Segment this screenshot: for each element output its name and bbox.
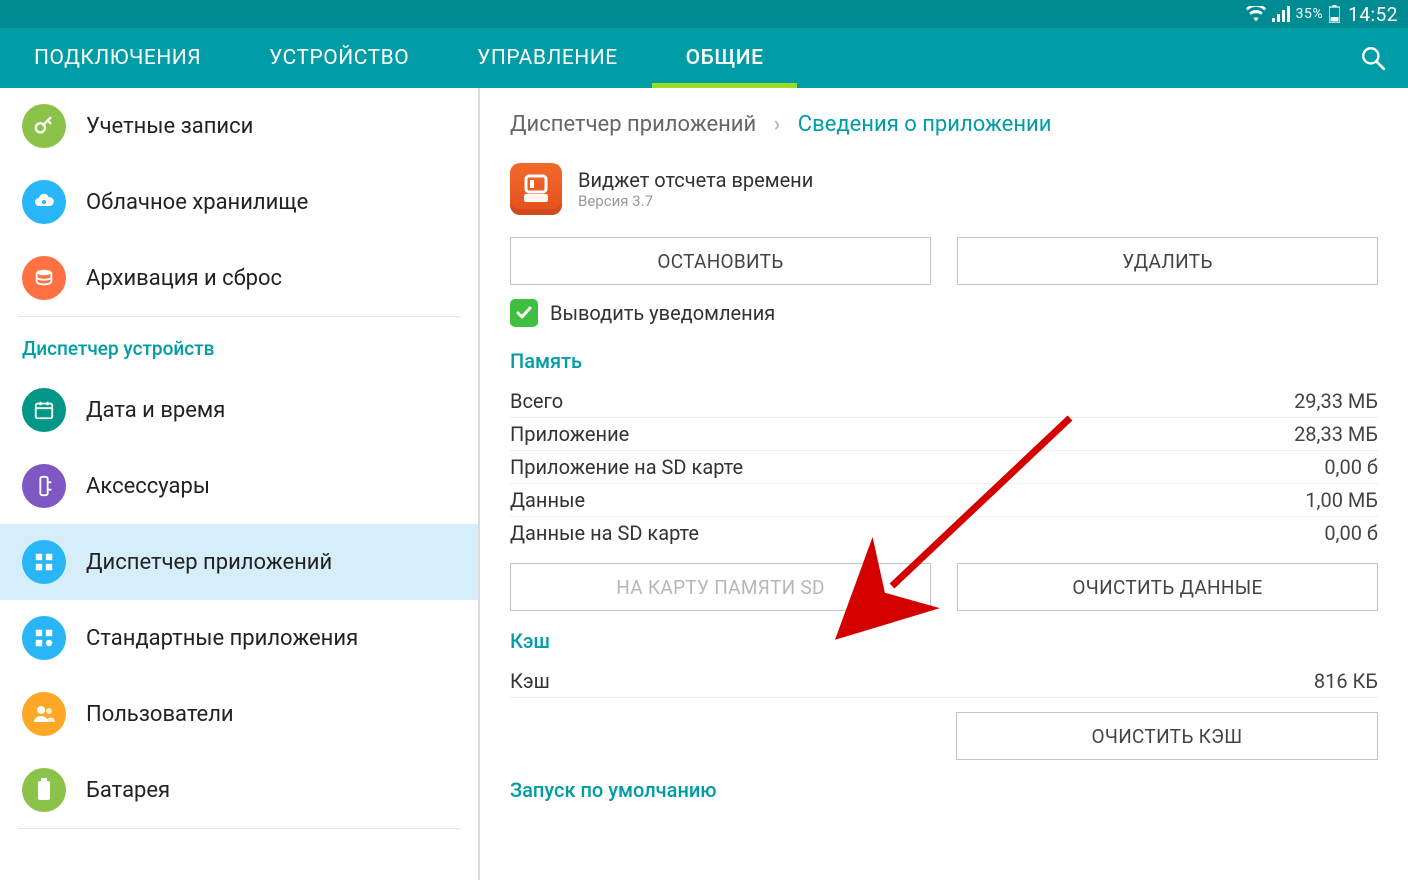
sidebar-item-users[interactable]: Пользователи	[0, 676, 478, 752]
sidebar-item-label: Учетные записи	[86, 114, 253, 139]
stop-button[interactable]: ОСТАНОВИТЬ	[510, 237, 931, 285]
battery-large-icon	[22, 768, 66, 812]
battery-icon	[1329, 5, 1340, 23]
clear-data-button[interactable]: ОЧИСТИТЬ ДАННЫЕ	[957, 563, 1378, 611]
accessory-icon	[22, 464, 66, 508]
sidebar-item-date[interactable]: Дата и время	[0, 372, 478, 448]
search-button[interactable]	[1338, 28, 1408, 88]
sidebar-item-backup[interactable]: Архивация и сброс	[0, 240, 478, 316]
breadcrumb-parent[interactable]: Диспетчер приложений	[510, 112, 756, 137]
app-version: Версия 3.7	[578, 192, 813, 210]
sidebar-item-label: Облачное хранилище	[86, 190, 308, 215]
move-to-sd-button[interactable]: НА КАРТУ ПАМЯТИ SD	[510, 563, 931, 611]
tab-management[interactable]: УПРАВЛЕНИЕ	[443, 28, 652, 88]
kv-row: Кэш816 КБ	[510, 665, 1378, 698]
tab-connections[interactable]: ПОДКЛЮЧЕНИЯ	[0, 28, 235, 88]
kv-row: Приложение на SD карте0,00 б	[510, 451, 1378, 484]
sidebar-item-label: Диспетчер приложений	[86, 550, 332, 575]
app-icon	[510, 163, 562, 215]
status-bar: 35% 14:52	[0, 0, 1408, 28]
sidebar-item-label: Аксессуары	[86, 474, 210, 499]
sidebar-item-app-manager[interactable]: Диспетчер приложений	[0, 524, 478, 600]
users-icon	[22, 692, 66, 736]
launch-section-header: Запуск по умолчанию	[510, 778, 1378, 802]
notifications-checkbox-row[interactable]: Выводить уведомления	[510, 299, 1378, 327]
tab-general[interactable]: ОБЩИЕ	[652, 28, 798, 88]
sidebar-item-label: Батарея	[86, 778, 170, 803]
key-icon	[22, 104, 66, 148]
content-pane: Диспетчер приложений › Сведения о прилож…	[480, 88, 1408, 880]
grid-dot-icon	[22, 616, 66, 660]
sidebar-item-label: Пользователи	[86, 702, 234, 727]
breadcrumb: Диспетчер приложений › Сведения о прилож…	[510, 112, 1378, 137]
sidebar-item-cloud[interactable]: Облачное хранилище	[0, 164, 478, 240]
search-icon	[1360, 45, 1386, 71]
sidebar-item-battery[interactable]: Батарея	[0, 752, 478, 828]
status-time: 14:52	[1348, 3, 1398, 26]
clear-cache-button[interactable]: ОЧИСТИТЬ КЭШ	[956, 712, 1378, 760]
cloud-icon	[22, 180, 66, 224]
backup-icon	[22, 256, 66, 300]
tab-device[interactable]: УСТРОЙСТВО	[235, 28, 443, 88]
signal-icon	[1272, 6, 1290, 22]
memory-section-header: Память	[510, 349, 1378, 373]
kv-row: Всего29,33 МБ	[510, 385, 1378, 418]
app-name: Виджет отсчета времени	[578, 168, 813, 192]
sidebar-item-label: Стандартные приложения	[86, 626, 358, 651]
kv-row: Приложение28,33 МБ	[510, 418, 1378, 451]
grid-icon	[22, 540, 66, 584]
kv-row: Данные на SD карте0,00 б	[510, 517, 1378, 549]
cache-section-header: Кэш	[510, 629, 1378, 653]
sidebar-item-label: Дата и время	[86, 398, 225, 423]
kv-row: Данные1,00 МБ	[510, 484, 1378, 517]
checkbox-checked-icon[interactable]	[510, 299, 538, 327]
checkbox-label: Выводить уведомления	[550, 301, 775, 325]
sidebar: Учетные записи Облачное хранилище Архива…	[0, 88, 480, 880]
delete-button[interactable]: УДАЛИТЬ	[957, 237, 1378, 285]
tab-bar: ПОДКЛЮЧЕНИЯ УСТРОЙСТВО УПРАВЛЕНИЕ ОБЩИЕ	[0, 28, 1408, 88]
sidebar-item-accounts[interactable]: Учетные записи	[0, 88, 478, 164]
sidebar-item-accessories[interactable]: Аксессуары	[0, 448, 478, 524]
chevron-right-icon: ›	[774, 112, 781, 137]
sidebar-item-default-apps[interactable]: Стандартные приложения	[0, 600, 478, 676]
breadcrumb-current: Сведения о приложении	[798, 112, 1052, 137]
app-header: Виджет отсчета времени Версия 3.7	[510, 163, 1378, 215]
sidebar-section-header: Диспетчер устройств	[0, 317, 478, 372]
wifi-icon	[1246, 6, 1266, 22]
sidebar-item-label: Архивация и сброс	[86, 266, 282, 291]
memory-list: Всего29,33 МБ Приложение28,33 МБ Приложе…	[510, 385, 1378, 549]
battery-percent: 35%	[1296, 6, 1324, 22]
calendar-icon	[22, 388, 66, 432]
